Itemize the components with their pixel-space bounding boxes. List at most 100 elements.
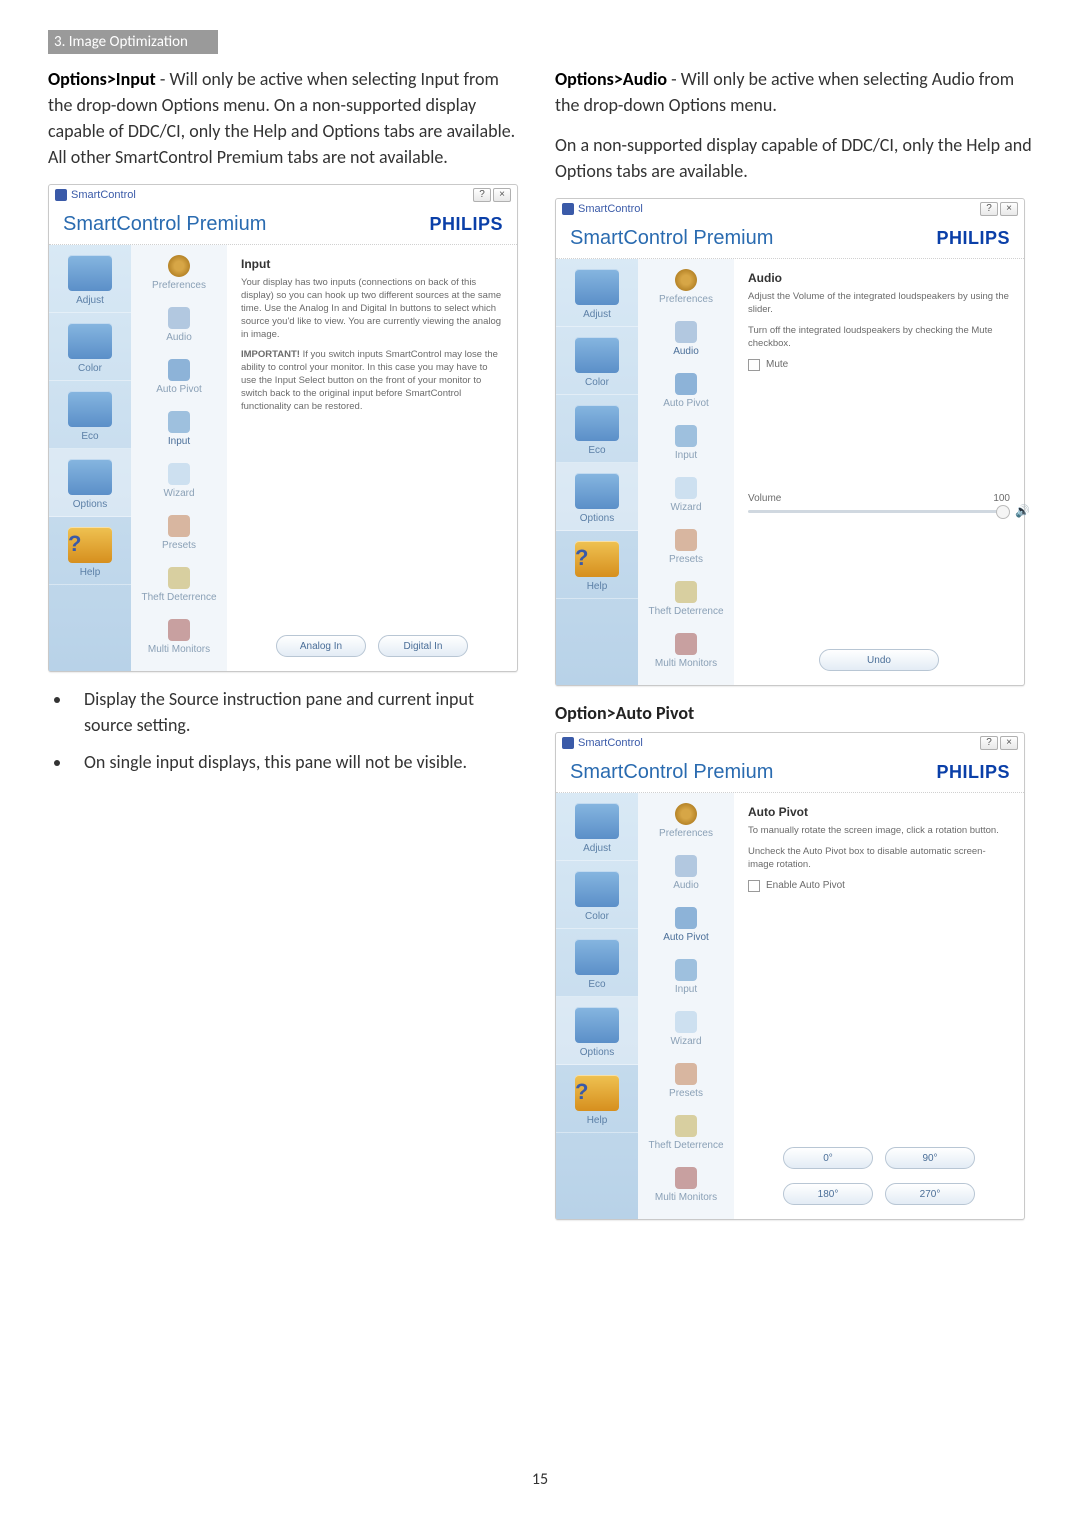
audio-mute-text: Turn off the integrated loudspeakers by … (748, 325, 993, 349)
subnav-wizard[interactable]: Wizard (670, 477, 701, 513)
sidebar-item-help[interactable]: ?Help (556, 1065, 638, 1133)
subnav-label: Input (168, 436, 190, 447)
sidebar-label: Color (78, 363, 102, 374)
sidebar-label: Color (585, 911, 609, 922)
subnav-theft[interactable]: Theft Deterrence (141, 567, 216, 603)
subnav-auto-pivot[interactable]: Auto Pivot (663, 373, 709, 409)
subnav-theft[interactable]: Theft Deterrence (648, 1115, 723, 1151)
window-header: SmartControl Premium PHILIPS (556, 753, 1024, 793)
gear-icon (675, 803, 697, 825)
help-button[interactable]: ? (980, 736, 998, 750)
rotate-180-button[interactable]: 180° (783, 1183, 873, 1205)
subnav-auto-pivot[interactable]: Auto Pivot (156, 359, 202, 395)
close-button[interactable]: × (493, 188, 511, 202)
sidebar-item-help[interactable]: ?Help (49, 517, 131, 585)
window-titlebar: SmartControl ? × (556, 733, 1024, 753)
monitors-icon (168, 619, 190, 641)
sidebar-item-options[interactable]: Options (556, 463, 638, 531)
rotate-icon (675, 373, 697, 395)
subnav-label: Wizard (670, 1036, 701, 1047)
enable-label: Enable Auto Pivot (766, 880, 845, 891)
mute-checkbox-row[interactable]: Mute (748, 359, 1010, 371)
rotate-icon (675, 907, 697, 929)
rotate-90-button[interactable]: 90° (885, 1147, 975, 1169)
sidebar-item-help[interactable]: ?Help (556, 531, 638, 599)
undo-button[interactable]: Undo (819, 649, 939, 671)
close-button[interactable]: × (1000, 736, 1018, 750)
subnav-wizard[interactable]: Wizard (163, 463, 194, 499)
sidebar-item-color[interactable]: Color (49, 313, 131, 381)
subnav-label: Preferences (152, 280, 206, 291)
subnav-audio[interactable]: Audio (673, 321, 699, 357)
sidebar-label: Color (585, 377, 609, 388)
sidebar-item-adjust[interactable]: Adjust (556, 259, 638, 327)
subnav-audio[interactable]: Audio (166, 307, 192, 343)
enable-autopivot-row[interactable]: Enable Auto Pivot (748, 880, 1010, 892)
options-subnav: Preferences Audio Auto Pivot Input Wizar… (638, 259, 734, 685)
window-header: SmartControl Premium PHILIPS (556, 219, 1024, 259)
sidebar-label: Adjust (583, 843, 611, 854)
list-item: On single input displays, this pane will… (72, 749, 525, 775)
subnav-label: Presets (669, 1088, 703, 1099)
audio-description-2: Turn off the integrated loudspeakers by … (748, 325, 1010, 351)
checkbox-icon[interactable] (748, 359, 760, 371)
subnav-input[interactable]: Input (675, 959, 697, 995)
subnav-label: Preferences (659, 294, 713, 305)
subnav-label: Preferences (659, 828, 713, 839)
page-number: 15 (0, 1470, 1080, 1489)
sidebar-item-eco[interactable]: Eco (556, 929, 638, 997)
checkbox-icon[interactable] (748, 880, 760, 892)
left-sidebar: Adjust Color Eco Options ?Help (556, 793, 638, 1219)
subnav-auto-pivot[interactable]: Auto Pivot (663, 907, 709, 943)
eco-icon (575, 939, 619, 975)
subnav-multi-monitors[interactable]: Multi Monitors (655, 633, 717, 669)
sidebar-item-adjust[interactable]: Adjust (49, 245, 131, 313)
analog-in-button[interactable]: Analog In (276, 635, 366, 657)
product-name: SmartControl Premium (63, 213, 266, 236)
sidebar-item-options[interactable]: Options (556, 997, 638, 1065)
help-button[interactable]: ? (473, 188, 491, 202)
gear-icon (168, 255, 190, 277)
rotate-270-button[interactable]: 270° (885, 1183, 975, 1205)
sidebar-label: Adjust (583, 309, 611, 320)
help-icon: ? (575, 1075, 619, 1111)
subnav-preferences[interactable]: Preferences (659, 803, 713, 839)
subnav-label: Theft Deterrence (648, 606, 723, 617)
subnav-audio[interactable]: Audio (673, 855, 699, 891)
sidebar-label: Options (73, 499, 107, 510)
input-content-pane: Input Your display has two inputs (conne… (227, 245, 517, 671)
subnav-label: Presets (162, 540, 196, 551)
right-intro-bold: Options>Audio (555, 68, 667, 90)
content-title: Audio (748, 271, 1010, 285)
subnav-wizard[interactable]: Wizard (670, 1011, 701, 1047)
speaker-icon (168, 307, 190, 329)
subnav-input[interactable]: Input (675, 425, 697, 461)
rotate-0-button[interactable]: 0° (783, 1147, 873, 1169)
app-icon (562, 737, 574, 749)
sidebar-item-options[interactable]: Options (49, 449, 131, 517)
subnav-presets[interactable]: Presets (162, 515, 196, 551)
right-column: Options>Audio - Will only be active when… (555, 66, 1032, 1232)
subnav-input[interactable]: Input (168, 411, 190, 447)
sidebar-item-color[interactable]: Color (556, 861, 638, 929)
subnav-multi-monitors[interactable]: Multi Monitors (655, 1167, 717, 1203)
sidebar-item-eco[interactable]: Eco (556, 395, 638, 463)
sidebar-item-color[interactable]: Color (556, 327, 638, 395)
subnav-presets[interactable]: Presets (669, 529, 703, 565)
subnav-preferences[interactable]: Preferences (659, 269, 713, 305)
sidebar-item-eco[interactable]: Eco (49, 381, 131, 449)
close-button[interactable]: × (1000, 202, 1018, 216)
subnav-preferences[interactable]: Preferences (152, 255, 206, 291)
subnav-presets[interactable]: Presets (669, 1063, 703, 1099)
volume-slider[interactable]: 🔊 (748, 510, 1010, 513)
subnav-theft[interactable]: Theft Deterrence (648, 581, 723, 617)
subnav-multi-monitors[interactable]: Multi Monitors (148, 619, 210, 655)
section-header: 3. Image Optimization (48, 30, 218, 54)
monitors-icon (675, 1167, 697, 1189)
slider-knob[interactable] (996, 505, 1010, 519)
content-title: Auto Pivot (748, 805, 1010, 819)
digital-in-button[interactable]: Digital In (378, 635, 468, 657)
sidebar-item-adjust[interactable]: Adjust (556, 793, 638, 861)
window-header: SmartControl Premium PHILIPS (49, 205, 517, 245)
help-button[interactable]: ? (980, 202, 998, 216)
